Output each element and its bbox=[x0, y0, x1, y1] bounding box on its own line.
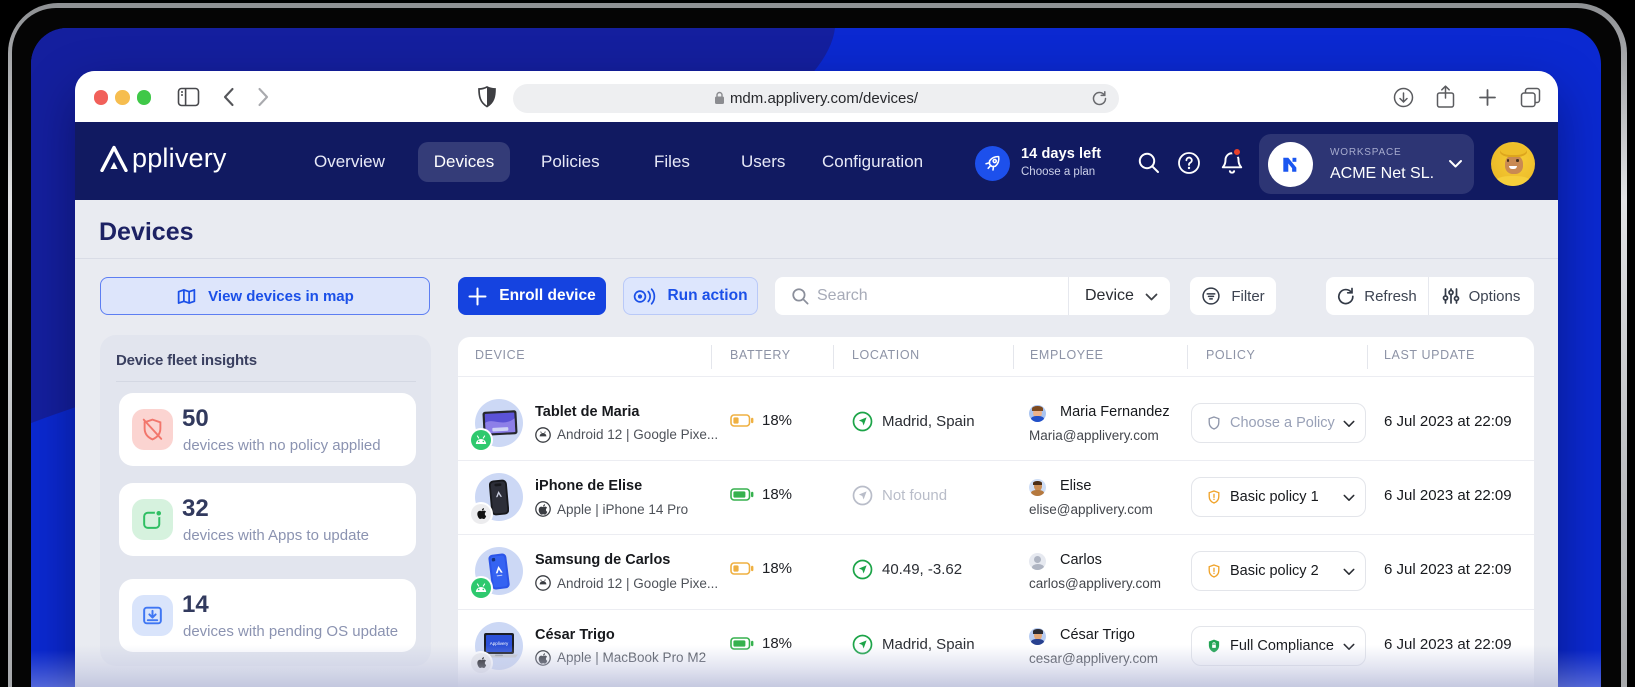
svg-text:Applivery: Applivery bbox=[490, 641, 509, 646]
